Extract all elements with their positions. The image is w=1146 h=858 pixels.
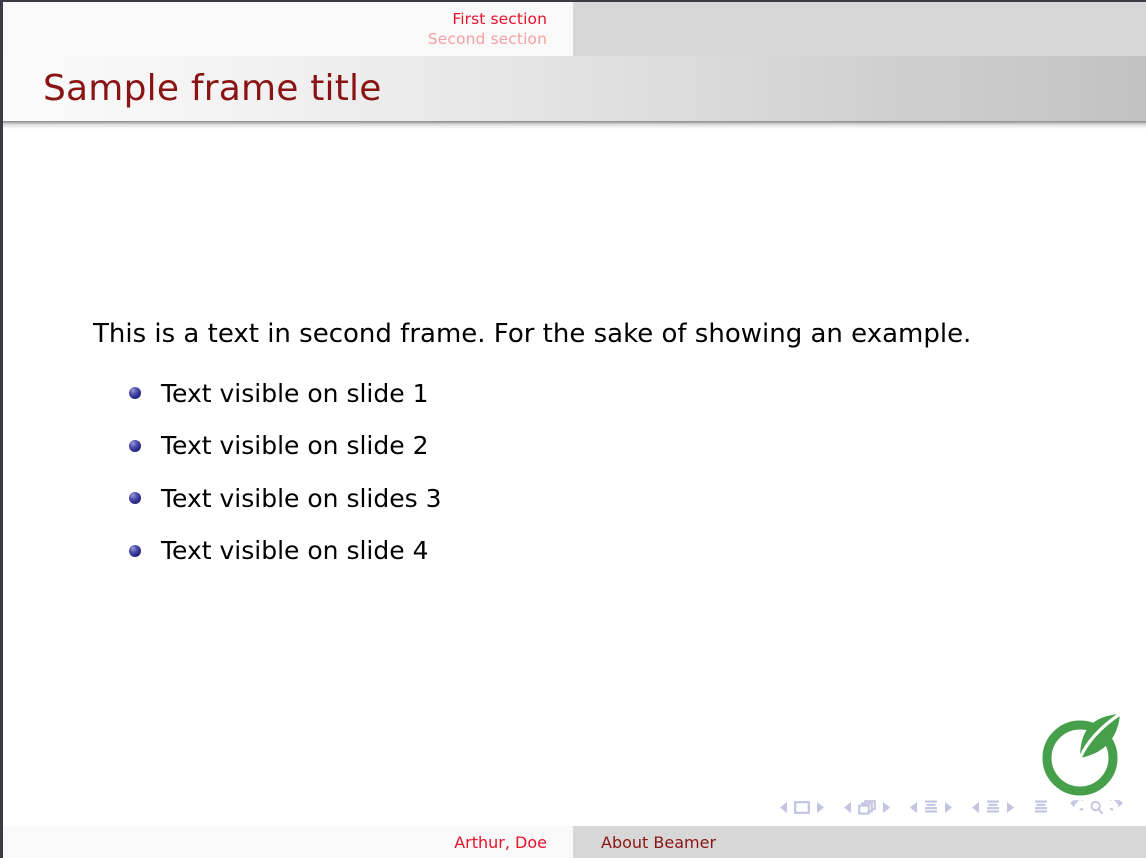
section-navigation-left-pane: First section Second section: [3, 2, 573, 56]
next-section-icon[interactable]: [1006, 801, 1014, 813]
section-navigation-group: [969, 800, 1017, 815]
prev-subsection-icon[interactable]: [910, 801, 918, 813]
section-navigation-right-pane: [573, 2, 1146, 56]
frame-title-bar: Sample frame title: [3, 56, 1146, 121]
presentation-icon[interactable]: [1034, 800, 1048, 815]
subsection-navigation-group: [907, 800, 955, 815]
section-icon[interactable]: [986, 800, 1000, 815]
footline-bar: Arthur, Doe About Beamer: [3, 826, 1146, 858]
prev-frame-icon[interactable]: [844, 801, 852, 813]
back-icon[interactable]: [1068, 799, 1083, 815]
frame-title: Sample frame title: [43, 68, 382, 109]
presentation-navigation-group: [1031, 800, 1051, 815]
beamer-slide: First section Second section Sample fram…: [0, 0, 1146, 858]
list-item: Text visible on slides 3: [123, 472, 442, 525]
frame-title-shadow: [3, 121, 1146, 129]
next-subsection-icon[interactable]: [944, 801, 952, 813]
bullet-ball-icon: [129, 439, 141, 452]
slide-icon[interactable]: [794, 800, 810, 814]
list-item-label: Text visible on slide 4: [161, 536, 429, 566]
bullet-list: Text visible on slide 1 Text visible on …: [123, 367, 442, 577]
section-entry-first[interactable]: First section: [452, 9, 547, 29]
section-entry-second[interactable]: Second section: [428, 29, 547, 49]
forward-icon[interactable]: [1110, 799, 1125, 815]
slide-body: This is a text in second frame. For the …: [3, 129, 1146, 789]
footline-author: Arthur, Doe: [3, 826, 573, 858]
list-item-label: Text visible on slide 2: [161, 431, 429, 461]
frame-icon[interactable]: [858, 799, 876, 815]
beamer-navigation-symbols: [777, 798, 1128, 816]
slide-navigation-group: [777, 800, 827, 814]
search-icon[interactable]: [1089, 800, 1104, 815]
footline-title: About Beamer: [573, 826, 1146, 858]
bullet-ball-icon: [129, 387, 141, 400]
list-item: Text visible on slide 4: [123, 525, 442, 578]
subsection-icon[interactable]: [924, 800, 938, 815]
section-navigation-bar: First section Second section: [3, 2, 1146, 56]
list-item: Text visible on slide 2: [123, 420, 442, 473]
intro-paragraph: This is a text in second frame. For the …: [93, 319, 972, 349]
frame-navigation-group: [841, 799, 893, 815]
list-item: Text visible on slide 1: [123, 367, 442, 420]
prev-slide-icon[interactable]: [780, 801, 788, 813]
list-item-label: Text visible on slide 1: [161, 378, 429, 408]
next-slide-icon[interactable]: [816, 801, 824, 813]
list-item-label: Text visible on slides 3: [161, 483, 442, 513]
history-navigation-group: [1065, 799, 1128, 815]
bullet-ball-icon: [129, 544, 141, 557]
next-frame-icon[interactable]: [882, 801, 890, 813]
bullet-ball-icon: [129, 492, 141, 505]
overleaf-logo: [1040, 700, 1124, 796]
prev-section-icon[interactable]: [972, 801, 980, 813]
